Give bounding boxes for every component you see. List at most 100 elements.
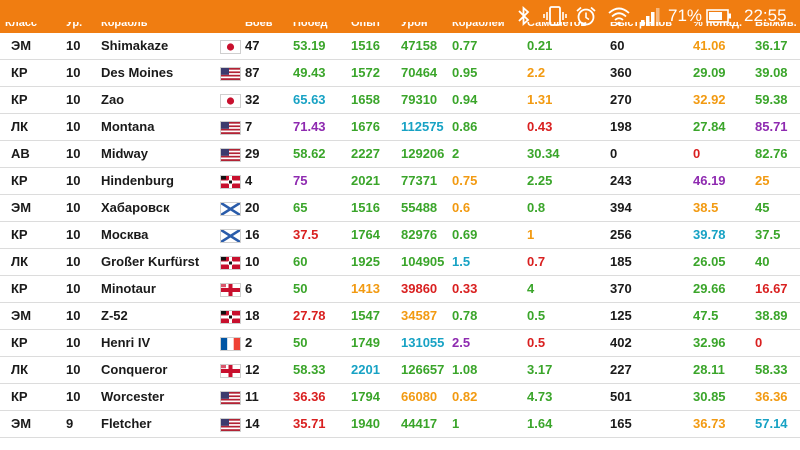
cell-tier: 10 (66, 119, 81, 134)
table-row[interactable]: ЭМ 10 Z-52 18 27.78 1547 34587 0.78 0.5 125 47.5 38… (0, 303, 800, 330)
cell-ship: Shimakaze (101, 38, 169, 53)
cell-tier: 10 (66, 308, 81, 323)
cell-tier: 10 (66, 173, 81, 188)
cell-dmg: 34587 (401, 308, 438, 323)
table-row[interactable]: КР 10 Zao 32 65.63 1658 79310 0.94 1.31 270 32.92 5… (0, 87, 800, 114)
cell-ships: 0.94 (452, 92, 478, 107)
cell-acc: 32.92 (693, 92, 726, 107)
column-header[interactable]: Боёв (245, 22, 273, 29)
column-header[interactable]: Опыт (351, 22, 381, 29)
cell-battles: 32 (245, 92, 260, 107)
table-row[interactable]: ЭМ 9 Fletcher 14 35.71 1940 44417 1 1.64 165 36.73… (0, 411, 800, 438)
cell-planes: 1 (527, 227, 535, 242)
cell-cls: ЛК (11, 254, 29, 269)
table-row[interactable]: ЛК 10 Conqueror 12 58.33 2201 126657 1.08 3.17 22… (0, 357, 800, 384)
cell-tier: 10 (66, 200, 81, 215)
cell-wins: 37.5 (293, 227, 319, 242)
table-row[interactable]: КР 10 Des Moines 87 49.43 1572 70464 0.95 2.2 360… (0, 60, 800, 87)
cell-cls: КР (11, 92, 28, 107)
cell-ships: 0.82 (452, 389, 478, 404)
column-header[interactable]: Побед (293, 22, 328, 29)
cell-ships: 1 (452, 416, 460, 431)
cell-acc: 47.5 (693, 308, 719, 323)
cell-acc: 32.96 (693, 335, 726, 350)
cell-wins: 49.43 (293, 65, 326, 80)
cell-tier: 10 (66, 146, 81, 161)
column-header[interactable]: Ур. (66, 22, 82, 29)
cell-battles: 87 (245, 65, 260, 80)
table-row[interactable]: ЛК 10 Montana 7 71.43 1676 112575 0.86 0.43 198 27… (0, 114, 800, 141)
clock-time: 22:55 (744, 6, 787, 25)
cell-dmg: 77371 (401, 173, 438, 188)
cell-exp: 1572 (351, 65, 380, 80)
cell-battles: 20 (245, 200, 260, 215)
cell-shots: 256 (610, 227, 632, 242)
cell-surv: 57.14 (755, 416, 788, 431)
cell-acc: 39.78 (693, 227, 726, 242)
cell-tier: 10 (66, 227, 81, 242)
cell-shots: 394 (610, 200, 632, 215)
cell-ship: Хабаровск (101, 200, 170, 215)
table-row[interactable]: КР 10 Minotaur 6 50 1413 39860 0.33 4 370 29.66 16.… (0, 276, 800, 303)
table-row[interactable]: ЭМ 10 Хабаровск 20 65 1516 55488 0.6 0.8 394 38.5 4… (0, 195, 800, 222)
cell-battles: 11 (245, 389, 259, 404)
column-header[interactable]: Класс (5, 22, 37, 29)
cell-surv: 38.89 (755, 308, 788, 323)
cell-cls: АВ (11, 146, 30, 161)
cell-surv: 36.36 (755, 389, 788, 404)
wifi-icon (608, 7, 630, 26)
cell-wins: 53.19 (293, 38, 326, 53)
cell-planes: 3.17 (527, 362, 553, 377)
cell-ships: 0.69 (452, 227, 478, 242)
flag-us-icon (220, 391, 241, 405)
battery-icon (706, 9, 731, 23)
cell-dmg: 79310 (401, 92, 438, 107)
cell-cls: ЭМ (11, 308, 32, 323)
cell-shots: 227 (610, 362, 632, 377)
table-row[interactable]: ЛК 10 Großer Kurfürst 10 60 1925 104905 1.5 0.7 1… (0, 249, 800, 276)
table-row[interactable]: АВ 10 Midway 29 58.62 2227 129206 2 30.34 0 0 82.76 (0, 141, 800, 168)
cell-wins: 36.36 (293, 389, 326, 404)
stats-table: ЭМ 10 Shimakaze 47 53.19 1516 47158 0.77 0.21 60 4… (0, 33, 800, 438)
cell-exp: 1749 (351, 335, 380, 350)
flag-fr-icon (220, 337, 241, 351)
flag-de-icon (220, 256, 241, 270)
cell-surv: 85.71 (755, 119, 788, 134)
cell-cls: КР (11, 281, 28, 296)
cell-surv: 16.67 (755, 281, 788, 296)
cell-acc: 29.66 (693, 281, 726, 296)
cell-wins: 50 (293, 281, 308, 296)
cell-shots: 125 (610, 308, 632, 323)
cell-planes: 0.8 (527, 200, 546, 215)
cell-exp: 1516 (351, 38, 380, 53)
cell-ship: Großer Kurfürst (101, 254, 200, 269)
cell-ships: 0.78 (452, 308, 478, 323)
cell-wins: 58.62 (293, 146, 326, 161)
cell-surv: 82.76 (755, 146, 788, 161)
cell-battles: 47 (245, 38, 260, 53)
table-row[interactable]: ЭМ 10 Shimakaze 47 53.19 1516 47158 0.77 0.21 60 4… (0, 33, 800, 60)
cell-ships: 1.08 (452, 362, 478, 377)
cell-battles: 10 (245, 254, 260, 269)
cell-cls: ЛК (11, 119, 29, 134)
cell-wins: 65.63 (293, 92, 326, 107)
cell-cls: КР (11, 65, 28, 80)
cell-acc: 41.06 (693, 38, 726, 53)
cell-surv: 37.5 (755, 227, 781, 242)
cell-exp: 1516 (351, 200, 380, 215)
cell-planes: 30.34 (527, 146, 560, 161)
cell-exp: 2227 (351, 146, 380, 161)
column-header[interactable]: Корабль (101, 22, 148, 29)
table-row[interactable]: КР 10 Москва 16 37.5 1764 82976 0.69 1 256 39.78 37… (0, 222, 800, 249)
cell-surv: 58.33 (755, 362, 788, 377)
cell-cls: КР (11, 389, 28, 404)
column-header[interactable]: Кораблей (452, 22, 505, 29)
cell-tier: 9 (66, 416, 74, 431)
column-header[interactable]: Урон (401, 22, 428, 29)
table-row[interactable]: КР 10 Henri IV 2 50 1749 131055 2.5 0.5 402 32.96 0 (0, 330, 800, 357)
table-row[interactable]: КР 10 Worcester 11 36.36 1794 66080 0.82 4.73 501… (0, 384, 800, 411)
cell-wins: 27.78 (293, 308, 326, 323)
table-row[interactable]: КР 10 Hindenburg 4 75 2021 77371 0.75 2.25 243 46.… (0, 168, 800, 195)
cell-ship: Montana (101, 119, 155, 134)
cell-wins: 60 (293, 254, 308, 269)
